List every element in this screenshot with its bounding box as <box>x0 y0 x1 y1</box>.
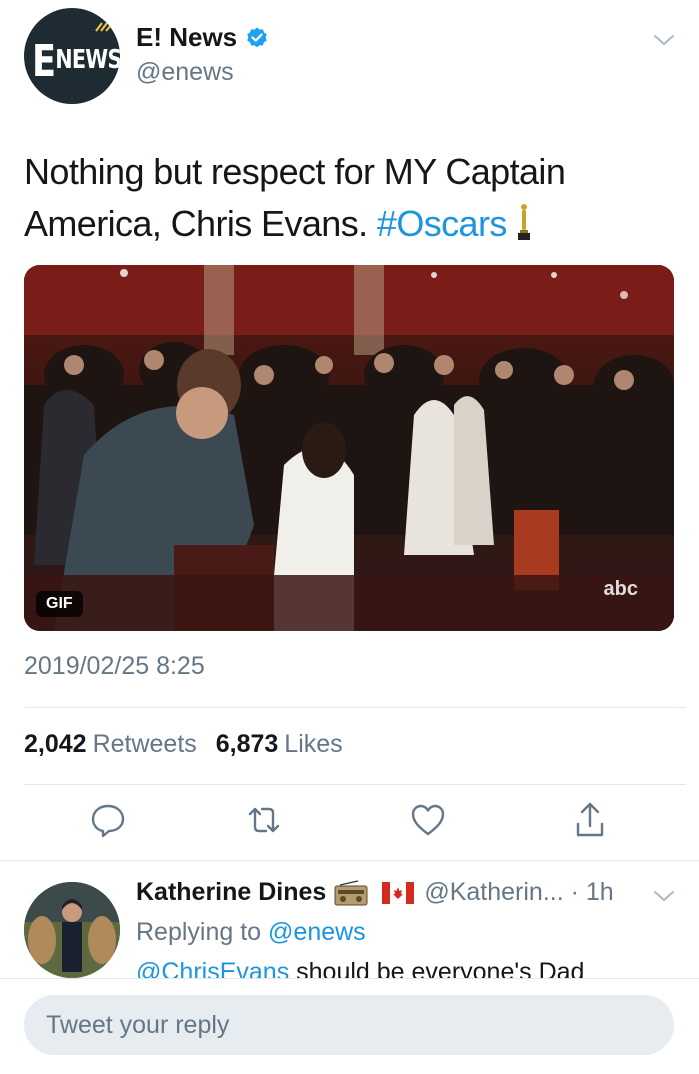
replying-to-mention[interactable]: @enews <box>268 918 366 946</box>
reply-avatar-photo <box>24 882 120 978</box>
retweet-icon[interactable] <box>244 800 284 840</box>
tweet-timestamp: 2019/02/25 8:25 <box>24 652 205 680</box>
reply-icon[interactable] <box>88 800 128 840</box>
logo-stripes-icon <box>95 22 112 32</box>
reply-compose-bar: Tweet your reply <box>0 978 699 1074</box>
tweet-media-gif[interactable]: GIF abc <box>24 265 674 631</box>
tweet-stats: 2,042 Retweets 6,873 Likes <box>24 730 355 759</box>
divider <box>24 707 686 708</box>
reply-mention[interactable]: @ChrisEvans <box>136 958 289 980</box>
tweet-header: ENEWS E! News @enews <box>0 0 699 120</box>
like-icon[interactable] <box>408 800 448 840</box>
reply-tweet[interactable]: Katherine Dines @Katherin... · 1h Replyi… <box>0 862 699 980</box>
radio-emoji-icon <box>334 879 368 905</box>
divider <box>0 860 699 861</box>
abc-watermark: abc <box>603 578 638 600</box>
replying-to: Replying to @enews <box>136 918 366 946</box>
tweet-reply-input[interactable]: Tweet your reply <box>24 995 674 1055</box>
tweet-action-bar <box>0 800 699 846</box>
retweets-stat[interactable]: 2,042 Retweets <box>24 730 209 758</box>
oscar-trophy-icon <box>517 204 530 240</box>
reply-text: @ChrisEvans should be everyone's Dad <box>136 958 584 980</box>
chevron-down-icon[interactable] <box>652 30 676 50</box>
gif-frame-illustration <box>24 265 674 631</box>
author-name[interactable]: E! News <box>136 22 237 53</box>
share-icon[interactable] <box>570 800 610 840</box>
tweet-text: Nothing but respect for MY Captain Ameri… <box>24 146 674 250</box>
author-handle[interactable]: @enews <box>136 58 234 87</box>
canada-flag-icon <box>382 881 415 904</box>
hashtag-link[interactable]: #Oscars <box>377 203 507 244</box>
avatar-logo: ENEWS <box>32 36 120 87</box>
divider <box>24 784 686 785</box>
gif-badge: GIF <box>36 591 83 617</box>
verified-badge-icon <box>247 27 267 47</box>
author-avatar[interactable]: ENEWS <box>24 8 120 104</box>
likes-stat[interactable]: 6,873 Likes <box>216 730 355 758</box>
reply-handle-time: @Katherin... · 1h <box>424 878 614 906</box>
reply-author-avatar[interactable] <box>24 882 120 978</box>
chevron-down-icon[interactable] <box>652 886 676 906</box>
reply-author-name[interactable]: Katherine Dines <box>136 878 326 907</box>
